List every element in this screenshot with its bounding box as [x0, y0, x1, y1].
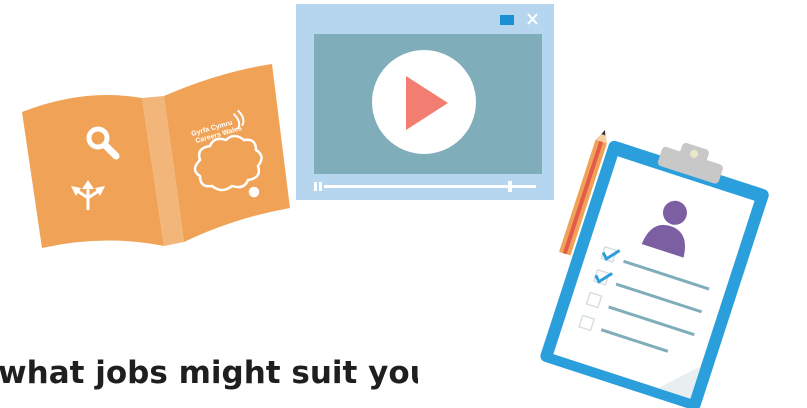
clipboard-checklist-illustration [540, 130, 769, 408]
booklet-left-page [22, 95, 164, 248]
booklet-right-page [164, 64, 290, 242]
careers-booklet-illustration: Gyrfa Cymru Careers Wales [22, 64, 290, 248]
video-player-window [296, 4, 554, 200]
window-restore-icon[interactable] [500, 15, 514, 25]
caption-text: what jobs might suit you. [0, 355, 418, 391]
